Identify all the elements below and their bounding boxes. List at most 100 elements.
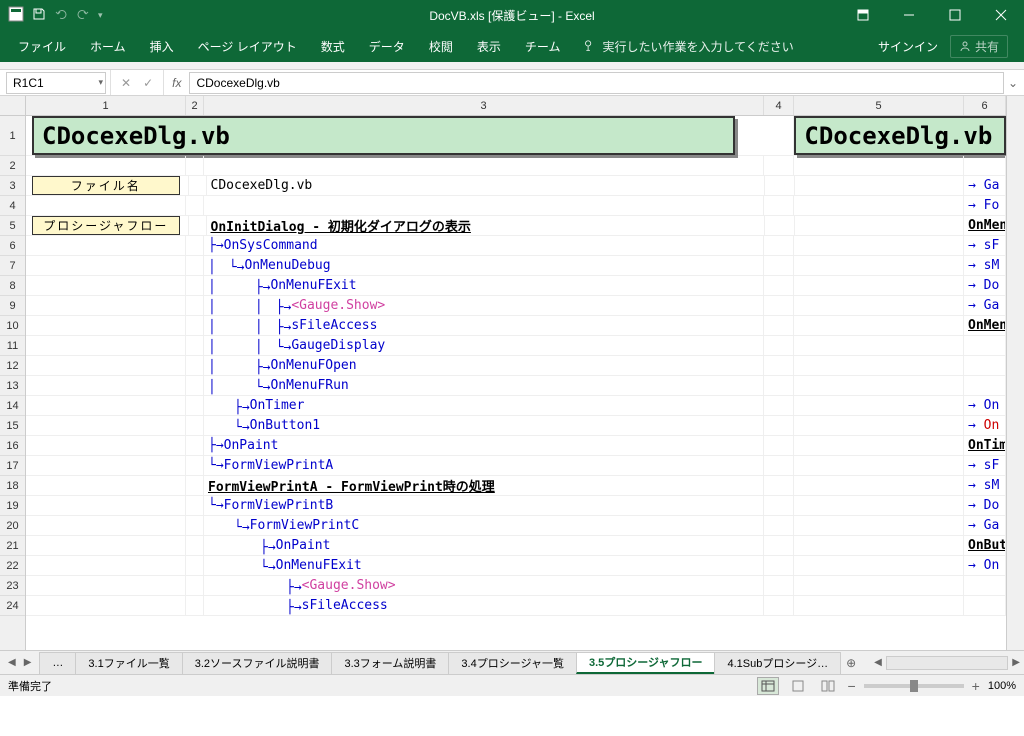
cell[interactable]	[26, 496, 186, 515]
cancel-formula-icon[interactable]: ✕	[121, 76, 131, 90]
cell[interactable]: └→ FormViewPrintB	[204, 496, 764, 515]
column-header[interactable]: 2	[186, 96, 204, 115]
cell[interactable]	[186, 556, 204, 575]
row-header[interactable]: 5	[0, 216, 25, 236]
cell[interactable]: → Do	[964, 496, 1006, 515]
row-header[interactable]: 20	[0, 516, 25, 536]
cell[interactable]: → Ga	[964, 516, 1006, 535]
cell[interactable]: OnButt	[964, 536, 1006, 555]
cell[interactable]: → Do	[964, 276, 1006, 295]
cell[interactable]	[794, 236, 964, 255]
sheet-tab[interactable]: 3.1ファイル一覧	[75, 652, 182, 674]
cell[interactable]	[186, 476, 204, 495]
row-header[interactable]: 13	[0, 376, 25, 396]
cell[interactable]	[26, 356, 186, 375]
column-header[interactable]: 3	[204, 96, 764, 115]
row-header[interactable]: 11	[0, 336, 25, 356]
sheet-nav-buttons[interactable]: ◀▶	[0, 657, 39, 668]
cell[interactable]	[794, 536, 964, 555]
tell-me-box[interactable]: 実行したい作業を入力してください	[582, 38, 793, 55]
cell[interactable]: └→ OnButton1	[204, 416, 764, 435]
cell[interactable]	[204, 156, 764, 175]
cell[interactable]	[795, 176, 964, 195]
cell[interactable]	[794, 256, 964, 275]
row-header[interactable]: 18	[0, 476, 25, 496]
label-cell[interactable]: プロシージャフロー	[32, 216, 180, 235]
cell[interactable]: ├→ <Gauge.Show>	[204, 576, 764, 595]
cell[interactable]	[186, 576, 204, 595]
add-sheet-button[interactable]: ⊕	[840, 656, 862, 670]
cell[interactable]	[794, 196, 964, 215]
cell[interactable]: OnMenu	[964, 316, 1006, 335]
title-cell[interactable]: CDocexeDlg.vb	[794, 116, 1006, 155]
ribbon-collapsed-strip[interactable]	[0, 62, 1024, 70]
cell[interactable]	[26, 416, 186, 435]
cell[interactable]: FormViewPrintA - FormViewPrint時の処理	[204, 476, 764, 495]
cell[interactable]	[764, 316, 794, 335]
cell[interactable]: → On	[964, 556, 1006, 575]
row-header[interactable]: 2	[0, 156, 25, 176]
column-header[interactable]: 5	[794, 96, 964, 115]
cell[interactable]	[794, 436, 964, 455]
row-header[interactable]: 24	[0, 596, 25, 616]
cell[interactable]	[794, 556, 964, 575]
cell[interactable]	[186, 156, 204, 175]
cell[interactable]: └→ FormViewPrintA	[204, 456, 764, 475]
cell[interactable]: ├→ OnPaint	[204, 436, 764, 455]
cell[interactable]	[26, 296, 186, 315]
cell[interactable]	[186, 196, 204, 215]
cell[interactable]: │ │ ├→ <Gauge.Show>	[204, 296, 764, 315]
row-header[interactable]: 22	[0, 556, 25, 576]
cell[interactable]	[764, 296, 794, 315]
cell[interactable]	[794, 416, 964, 435]
cell[interactable]: ├→ OnTimer	[204, 396, 764, 415]
cell[interactable]	[794, 496, 964, 515]
cell[interactable]	[764, 376, 794, 395]
cell[interactable]: │ └→ OnMenuFRun	[204, 376, 764, 395]
cell[interactable]	[764, 416, 794, 435]
ribbon-tab[interactable]: 校閲	[417, 30, 465, 62]
cell[interactable]	[26, 336, 186, 355]
ribbon-tab[interactable]: ホーム	[78, 30, 138, 62]
cell[interactable]: │ ├→ OnMenuFExit	[204, 276, 764, 295]
normal-view-icon[interactable]	[757, 677, 779, 695]
sheet-tab[interactable]: 3.4プロシージャ一覧	[448, 652, 577, 674]
cell[interactable]	[794, 596, 964, 615]
sheet-tab[interactable]: 4.1Subプロシージ…	[714, 652, 841, 674]
cell[interactable]	[189, 216, 207, 235]
cell[interactable]: → sM	[964, 256, 1006, 275]
cell[interactable]	[764, 456, 794, 475]
cell[interactable]: └→ OnMenuFExit	[204, 556, 764, 575]
ribbon-tab[interactable]: ファイル	[6, 30, 78, 62]
vertical-scrollbar[interactable]	[1006, 96, 1024, 650]
cell[interactable]: │ └→ OnMenuDebug	[204, 256, 764, 275]
cell[interactable]	[764, 556, 794, 575]
cell[interactable]	[186, 296, 204, 315]
sheet-tab[interactable]: 3.2ソースファイル説明書	[182, 652, 333, 674]
cell[interactable]	[764, 576, 794, 595]
cell[interactable]	[764, 236, 794, 255]
column-header[interactable]: 6	[964, 96, 1006, 115]
cell[interactable]	[26, 516, 186, 535]
row-header[interactable]: 7	[0, 256, 25, 276]
page-break-view-icon[interactable]	[817, 677, 839, 695]
horizontal-scrollbar[interactable]: ◀ ▶	[870, 654, 1024, 672]
cell[interactable]	[26, 376, 186, 395]
formula-expand-icon[interactable]: ⌄	[1008, 76, 1024, 90]
row-header[interactable]: 4	[0, 196, 25, 216]
cell[interactable]: │ │ └→ GaugeDisplay	[204, 336, 764, 355]
cell[interactable]: OnMenu	[964, 216, 1006, 235]
cell[interactable]	[964, 596, 1006, 615]
ribbon-tab[interactable]: データ	[357, 30, 417, 62]
fx-label[interactable]: fx	[163, 70, 189, 95]
cell[interactable]	[764, 516, 794, 535]
maximize-icon[interactable]	[932, 0, 978, 30]
cell[interactable]	[794, 576, 964, 595]
row-header[interactable]: 15	[0, 416, 25, 436]
cell[interactable]	[764, 196, 794, 215]
cell[interactable]	[26, 476, 186, 495]
row-header[interactable]: 21	[0, 536, 25, 556]
cell[interactable]	[794, 396, 964, 415]
row-header[interactable]: 6	[0, 236, 25, 256]
cell[interactable]	[186, 416, 204, 435]
